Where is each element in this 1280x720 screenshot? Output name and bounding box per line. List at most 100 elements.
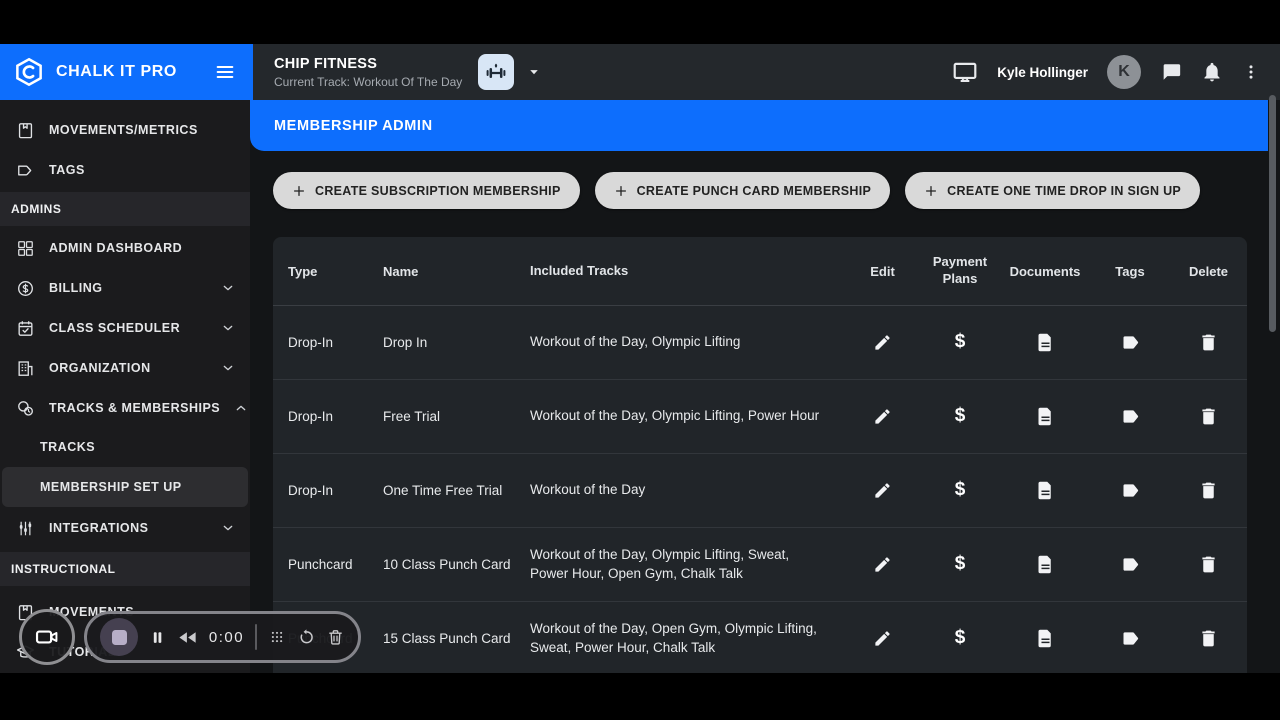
sidebar-item-label: BILLING <box>49 281 103 295</box>
vertical-scrollbar-thumb[interactable] <box>1269 95 1276 332</box>
create-button-row: CREATE SUBSCRIPTION MEMBERSHIP CREATE PU… <box>273 172 1280 209</box>
tag-label-icon[interactable] <box>1120 480 1141 501</box>
sidebar-item-tracks-memberships[interactable]: TRACKS & MEMBERSHIPS <box>0 388 250 428</box>
create-subscription-membership-button[interactable]: CREATE SUBSCRIPTION MEMBERSHIP <box>273 172 580 209</box>
sidebar-item-membership-set-up[interactable]: MEMBERSHIP SET UP <box>2 467 248 507</box>
payment-plans-icon[interactable]: $ <box>955 552 966 577</box>
screen: CHALK IT PRO MOVEMENTS/METRICS TAGS ADMI… <box>0 0 1280 720</box>
memberships-table: Type Name Included Tracks Edit Payment P… <box>273 237 1247 673</box>
cell-name: One Time Free Trial <box>383 483 503 498</box>
tag-label-icon[interactable] <box>1120 332 1141 353</box>
gym-logo-button[interactable] <box>478 54 515 90</box>
stop-square-icon <box>111 629 127 645</box>
sidebar-item-organization[interactable]: ORGANIZATION <box>0 348 250 388</box>
sidebar-item-billing[interactable]: BILLING <box>0 268 250 308</box>
edit-pencil-icon[interactable] <box>873 555 892 574</box>
table-row: Drop-In One Time Free Trial Workout of t… <box>273 454 1247 528</box>
document-icon[interactable] <box>1035 480 1056 501</box>
content-area: CREATE SUBSCRIPTION MEMBERSHIP CREATE PU… <box>250 151 1280 673</box>
recorder-camera-button[interactable] <box>19 609 75 665</box>
building-icon <box>14 359 36 378</box>
column-header-tags: Tags <box>1115 263 1145 279</box>
chevron-down-icon <box>220 520 236 536</box>
create-one-time-drop-in-button[interactable]: CREATE ONE TIME DROP IN SIGN UP <box>905 172 1201 209</box>
plus-icon <box>924 184 938 198</box>
restart-icon <box>297 628 315 646</box>
payment-plans-icon[interactable]: $ <box>955 478 966 503</box>
recorder-pause-button[interactable] <box>149 629 166 646</box>
sidebar-item-admin-dashboard[interactable]: ADMIN DASHBOARD <box>0 228 250 268</box>
table-row: Drop-In Free Trial Workout of the Day, O… <box>273 380 1247 454</box>
trash-icon[interactable] <box>1198 406 1219 427</box>
calendar-icon <box>14 319 36 338</box>
sidebar-item-tracks[interactable]: TRACKS <box>0 428 250 466</box>
recorder-delete-button[interactable] <box>326 628 345 647</box>
sidebar-item-movements-metrics[interactable]: MOVEMENTS/METRICS <box>0 110 250 150</box>
chat-icon[interactable] <box>1160 61 1182 83</box>
create-punch-card-membership-button[interactable]: CREATE PUNCH CARD MEMBERSHIP <box>594 172 891 209</box>
gym-switcher-caret[interactable] <box>525 63 543 81</box>
button-label: CREATE PUNCH CARD MEMBERSHIP <box>636 183 872 198</box>
kebab-menu-icon[interactable] <box>1242 63 1260 81</box>
brand-title: CHALK IT PRO <box>56 63 177 80</box>
monitor-icon[interactable] <box>952 59 978 85</box>
dollar-circle-icon <box>14 279 36 298</box>
user-name: Kyle Hollinger <box>997 64 1088 80</box>
edit-pencil-icon[interactable] <box>873 407 892 426</box>
tag-label-icon[interactable] <box>1120 554 1141 575</box>
sidebar-item-label: MOVEMENTS/METRICS <box>49 123 198 137</box>
recorder-drag-handle[interactable] <box>268 628 286 646</box>
sidebar-section-instructional: INSTRUCTIONAL <box>0 552 250 586</box>
trash-icon[interactable] <box>1198 628 1219 649</box>
edit-pencil-icon[interactable] <box>873 481 892 500</box>
column-header-name: Name <box>383 263 419 279</box>
cell-name: 15 Class Punch Card <box>383 631 511 646</box>
tag-label-icon[interactable] <box>1120 406 1141 427</box>
table-row: Punchcard 15 Class Punch Card Workout of… <box>273 602 1247 673</box>
sidebar-item-label: ADMIN DASHBOARD <box>49 241 183 255</box>
recorder-divider <box>255 624 258 650</box>
avatar[interactable]: K <box>1107 55 1141 89</box>
trash-icon[interactable] <box>1198 332 1219 353</box>
document-icon[interactable] <box>1035 406 1056 427</box>
payment-plans-icon[interactable]: $ <box>955 626 966 651</box>
edit-pencil-icon[interactable] <box>873 629 892 648</box>
trash-icon[interactable] <box>1198 480 1219 501</box>
main-area: CHIP FITNESS Current Track: Workout Of T… <box>250 44 1280 673</box>
sidebar-item-tags[interactable]: TAGS <box>0 150 250 190</box>
column-header-documents: Documents <box>1009 263 1081 279</box>
page-title: MEMBERSHIP ADMIN <box>274 117 433 134</box>
sidebar-item-class-scheduler[interactable]: CLASS SCHEDULER <box>0 308 250 348</box>
payment-plans-icon[interactable]: $ <box>955 330 966 355</box>
recorder-stop-button[interactable] <box>100 618 138 656</box>
book-icon <box>14 121 36 140</box>
bell-icon[interactable] <box>1201 61 1223 83</box>
column-header-delete: Delete <box>1188 263 1229 279</box>
document-icon[interactable] <box>1035 554 1056 575</box>
recorder-timer: 0:00 <box>208 628 245 646</box>
trash-icon[interactable] <box>1198 554 1219 575</box>
cell-included-tracks: Workout of the Day, Olympic Lifting, Swe… <box>530 546 790 581</box>
tag-label-icon[interactable] <box>1120 628 1141 649</box>
cell-type: Punchcard <box>288 557 353 572</box>
recorder-rewind-button[interactable] <box>177 627 198 648</box>
page-title-banner: MEMBERSHIP ADMIN <box>250 100 1268 151</box>
cell-included-tracks: Workout of the Day, Open Gym, Olympic Li… <box>530 620 817 655</box>
cell-included-tracks: Workout of the Day, Olympic Lifting <box>530 334 741 350</box>
gym-name: CHIP FITNESS <box>274 55 378 72</box>
sidebar-item-integrations[interactable]: INTEGRATIONS <box>0 508 250 548</box>
recorder-restart-button[interactable] <box>297 628 315 646</box>
sidebar-item-label: INTEGRATIONS <box>49 521 149 535</box>
plus-icon <box>614 184 628 198</box>
hamburger-menu-icon[interactable] <box>214 61 236 83</box>
gym-info: CHIP FITNESS Current Track: Workout Of T… <box>274 56 462 89</box>
document-icon[interactable] <box>1035 332 1056 353</box>
plus-icon <box>292 184 306 198</box>
chalk-it-pro-logo-icon <box>14 57 44 87</box>
payment-plans-icon[interactable]: $ <box>955 404 966 429</box>
rewind-icon <box>177 627 198 648</box>
dashboard-icon <box>14 239 36 258</box>
edit-pencil-icon[interactable] <box>873 333 892 352</box>
document-icon[interactable] <box>1035 628 1056 649</box>
cell-type: Drop-In <box>288 409 334 424</box>
